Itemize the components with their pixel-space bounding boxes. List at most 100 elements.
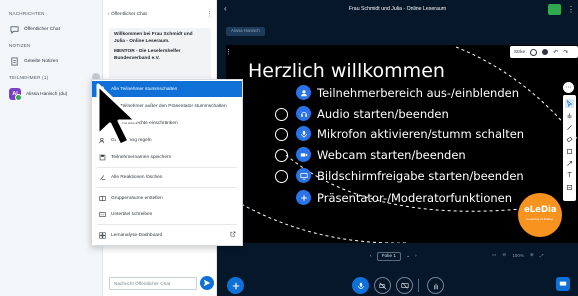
plus-icon [296, 190, 311, 205]
select-tool-icon[interactable] [565, 99, 574, 108]
sidebar-item-public-chat[interactable]: Öffentlicher Chat [9, 24, 60, 34]
eledia-logo-text: eLeDia [524, 205, 557, 215]
hand-tool-icon[interactable] [565, 111, 574, 120]
dropdown-chevron-icon: ⌄ [406, 254, 411, 259]
menu-item-write-captions[interactable]: Untertitel schreiben [92, 206, 242, 222]
slide-select[interactable]: Folie 1 [376, 252, 402, 261]
pen-tool-icon[interactable] [565, 123, 574, 132]
menu-divider [97, 167, 237, 168]
bullet-text: Audio starten/beenden [317, 106, 449, 121]
stroke-circle-icon[interactable] [530, 48, 538, 56]
connection-status-icon[interactable] [548, 4, 561, 15]
redo-icon[interactable]: ↷ [563, 49, 568, 56]
participants-section-title: TEILNEHMER (1) [9, 75, 49, 80]
presentation-toggle-button[interactable] [556, 277, 570, 291]
participant-row[interactable]: Al Alissa Hanisch (du) [9, 88, 68, 101]
mouse-cursor-icon [96, 83, 138, 147]
chat-message-input[interactable]: Nachricht Öffentlicher Chat [109, 277, 197, 290]
arrow-tool-icon[interactable] [565, 159, 574, 168]
zoom-out-icon[interactable]: ⊖ [502, 252, 506, 258]
top-bar: ‹ Frau Schmidt und Julia - Online Lesera… [217, 0, 578, 20]
bullet-item: Bildschirmfreigabe starten/beenden [296, 168, 524, 183]
sidebar-item-label: Geteilte Notizen [24, 58, 59, 64]
welcome-line: MENTOR - Die Leselernhelfer [114, 49, 181, 55]
previous-slide-icon[interactable]: ‹ [370, 254, 372, 259]
microphone-icon [296, 126, 311, 141]
bullet-text: Bildschirmfreigabe starten/beenden [317, 168, 524, 183]
next-slide-icon[interactable]: › [415, 254, 417, 259]
sidebar-item-shared-notes[interactable]: Geteilte Notizen [9, 56, 58, 66]
eledia-logo [518, 193, 562, 237]
rooms-icon [99, 195, 106, 202]
captions-icon [99, 211, 106, 218]
send-button[interactable] [200, 276, 214, 290]
microphone-button[interactable] [352, 277, 369, 294]
menu-item-label: Untertitel schreiben [111, 211, 153, 217]
sticky-note-tool-icon[interactable] [565, 183, 574, 192]
welcome-message: Willkommen bei Frau Schmidt und Julia - … [109, 28, 211, 78]
screen-share-button[interactable] [396, 277, 413, 294]
raise-hand-button[interactable] [427, 277, 444, 294]
video-camera-icon [296, 147, 311, 162]
menu-item-create-breakout-rooms[interactable]: Gruppenräume erstellen [92, 190, 242, 206]
clear-icon [99, 174, 106, 181]
messages-section-title: NACHRICHTEN [9, 11, 45, 16]
slide-navigation: ‹ Folie 1 ⌄ › [370, 252, 417, 261]
monitor-off-icon [400, 282, 409, 289]
presenter-badge: Alissa Hanisch [226, 27, 265, 36]
menu-item-learning-dashboard[interactable]: Lernanalyse-Dashboard [92, 227, 242, 243]
bullet-item: Teilnehmerbereich aus-/einblenden [296, 85, 519, 100]
more-options-icon[interactable]: ⋮ [206, 10, 213, 18]
menu-divider [97, 224, 237, 225]
menu-item-label: Alle Reaktionen löschen [111, 174, 163, 180]
actions-button[interactable] [227, 277, 244, 294]
zoom-in-icon[interactable]: ⊕ [530, 252, 534, 258]
slide-menu-icon[interactable]: ⋮ [226, 48, 232, 56]
rectangle-tool-icon[interactable] [565, 147, 574, 156]
notes-icon [9, 56, 19, 66]
top-right-controls: ⋮ [548, 4, 575, 15]
user-list-sidebar: NACHRICHTEN Öffentlicher Chat NOTIZEN Ge… [0, 0, 103, 296]
save-icon [99, 154, 106, 161]
color-picker-icon[interactable] [542, 49, 549, 55]
settings-menu-icon[interactable]: ⋮ [567, 5, 575, 14]
menu-item-label: Lernanalyse-Dashboard [111, 232, 163, 238]
menu-item-label: Gruppenräume erstellen [111, 195, 163, 201]
sidebar-item-label: Öffentlicher Chat [24, 26, 60, 32]
mic-off-icon [275, 128, 288, 141]
user-icon [296, 85, 311, 100]
chat-header[interactable]: ‹ Öffentlicher Chat [108, 12, 147, 17]
undo-icon[interactable]: ↶ [553, 49, 558, 56]
slide: ⋮ Herzlich willkommen Teilnehmerbereich … [226, 45, 578, 243]
welcome-line: Bundesverband e.V. [114, 55, 160, 61]
toolbar-divider [418, 279, 419, 292]
bullet-text: Mikrofon aktivieren/stumm schalten [317, 126, 525, 141]
microphone-icon [357, 282, 364, 289]
welcome-line: Julia - Online Leseraum. [114, 38, 170, 44]
chat-title: Öffentlicher Chat [110, 12, 147, 17]
bullet-text: Präsentator-/Moderatorfunktionen [317, 190, 513, 205]
whiteboard-style-bar: Strke ↶ ↷ [510, 46, 578, 58]
bullet-item: Audio starten/beenden [296, 106, 449, 121]
fullscreen-icon[interactable]: ⤢ [540, 253, 544, 258]
bullet-text: Teilnehmerbereich aus-/einblenden [317, 85, 520, 100]
zoom-level: 100% [512, 252, 524, 258]
whiteboard-more-icon[interactable]: ⋯ [563, 82, 574, 93]
participant-name: Alissa Hanisch (du) [26, 91, 68, 97]
audio-off-icon [275, 108, 288, 121]
menu-item-label: Teilnehmernamen speichern [111, 154, 172, 160]
whiteboard-toolbar: T [563, 95, 576, 201]
bullet-item: Präsentator-/Moderatorfunktionen [296, 190, 512, 205]
stroke-label: Strke [514, 49, 526, 55]
menu-item-clear-reactions[interactable]: Alle Reaktionen löschen [92, 169, 242, 185]
bullet-item: Webcam starten/beenden [296, 147, 466, 162]
video-camera-off-icon [378, 282, 386, 289]
dashboard-icon [99, 231, 106, 239]
camera-button[interactable] [374, 277, 391, 294]
camera-off-icon [275, 149, 288, 162]
fit-width-icon[interactable]: ▭ [492, 252, 496, 258]
eraser-tool-icon[interactable] [565, 135, 574, 144]
plus-icon [232, 282, 239, 289]
text-tool-icon[interactable]: T [565, 171, 574, 180]
send-icon [203, 279, 211, 287]
